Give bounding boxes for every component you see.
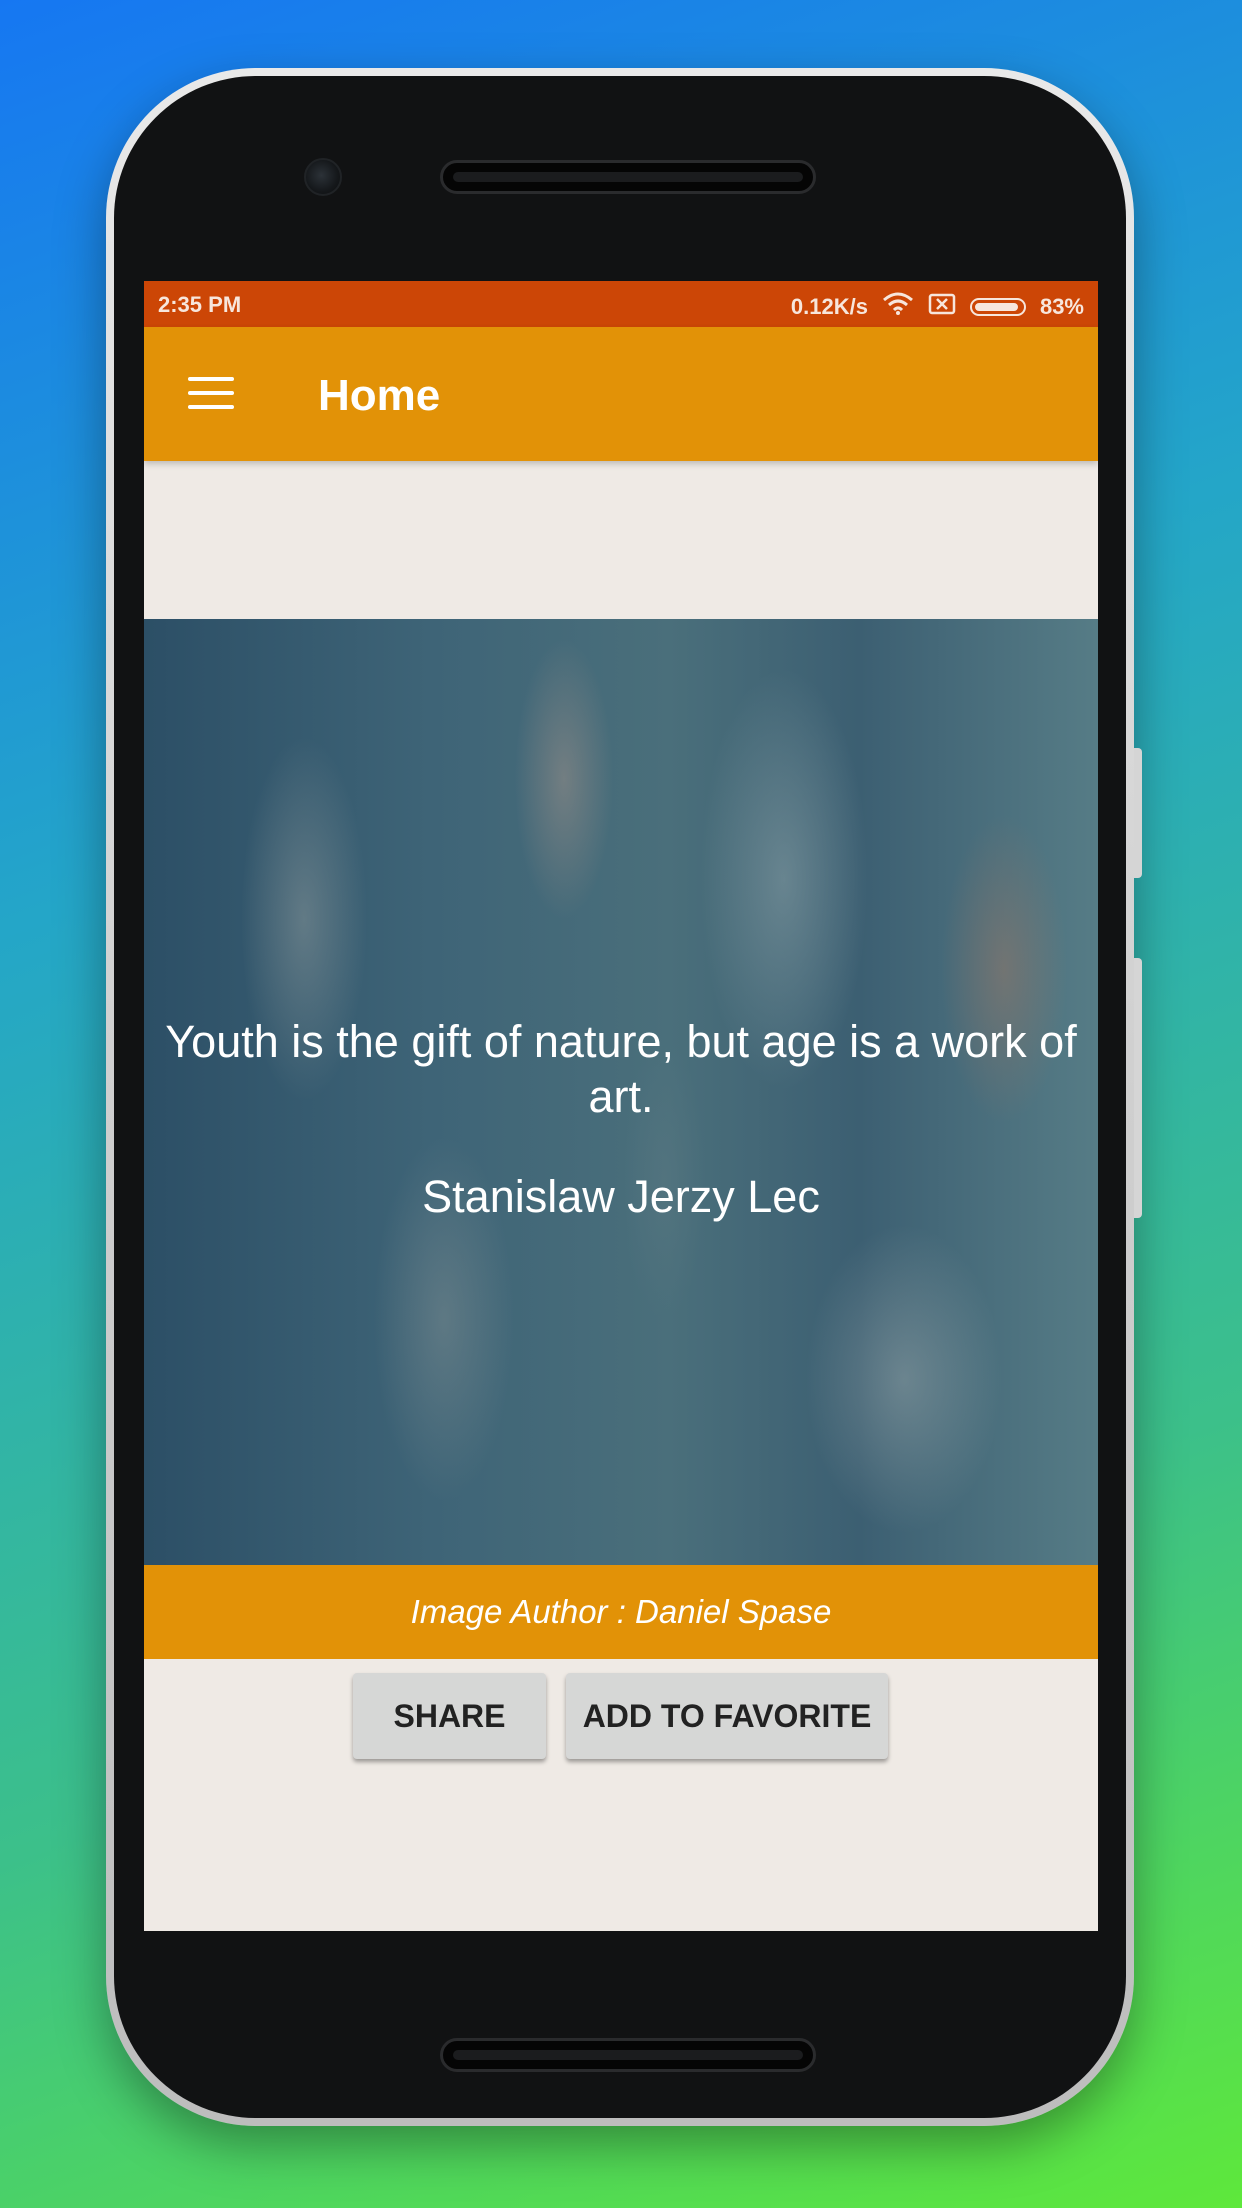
top-speaker [440, 160, 816, 194]
battery-icon [969, 298, 1026, 316]
quote-text: Youth is the gift of nature, but age is … [165, 1016, 1077, 1122]
image-credit: Image Author : Daniel Spase [144, 1565, 1098, 1659]
sim-off-icon [928, 293, 956, 321]
bottom-speaker [440, 2038, 816, 2072]
share-button[interactable]: SHARE [353, 1673, 546, 1759]
add-to-favorite-button[interactable]: ADD TO FAVORITE [566, 1673, 888, 1759]
battery-percent: 83% [1039, 294, 1084, 319]
front-camera [304, 158, 342, 196]
wifi-icon [882, 292, 914, 322]
hamburger-menu-icon[interactable] [188, 377, 234, 411]
status-bar: 2:35 PM 0.12K/s 83% [144, 281, 1098, 327]
volume-button [1134, 748, 1142, 878]
power-button [1134, 958, 1142, 1218]
status-time: 2:35 PM [158, 292, 242, 317]
net-speed: 0.12K/s [790, 294, 868, 319]
status-indicators: 0.12K/s 83% [791, 292, 1084, 322]
quote-card: Youth is the gift of nature, but age is … [144, 619, 1098, 1565]
quote-author: Stanislaw Jerzy Lec [422, 1171, 820, 1222]
app-screen: 2:35 PM 0.12K/s 83% Home Youth is the gi… [144, 281, 1098, 1931]
app-bar: Home [144, 327, 1098, 461]
page-title: Home [318, 371, 441, 420]
